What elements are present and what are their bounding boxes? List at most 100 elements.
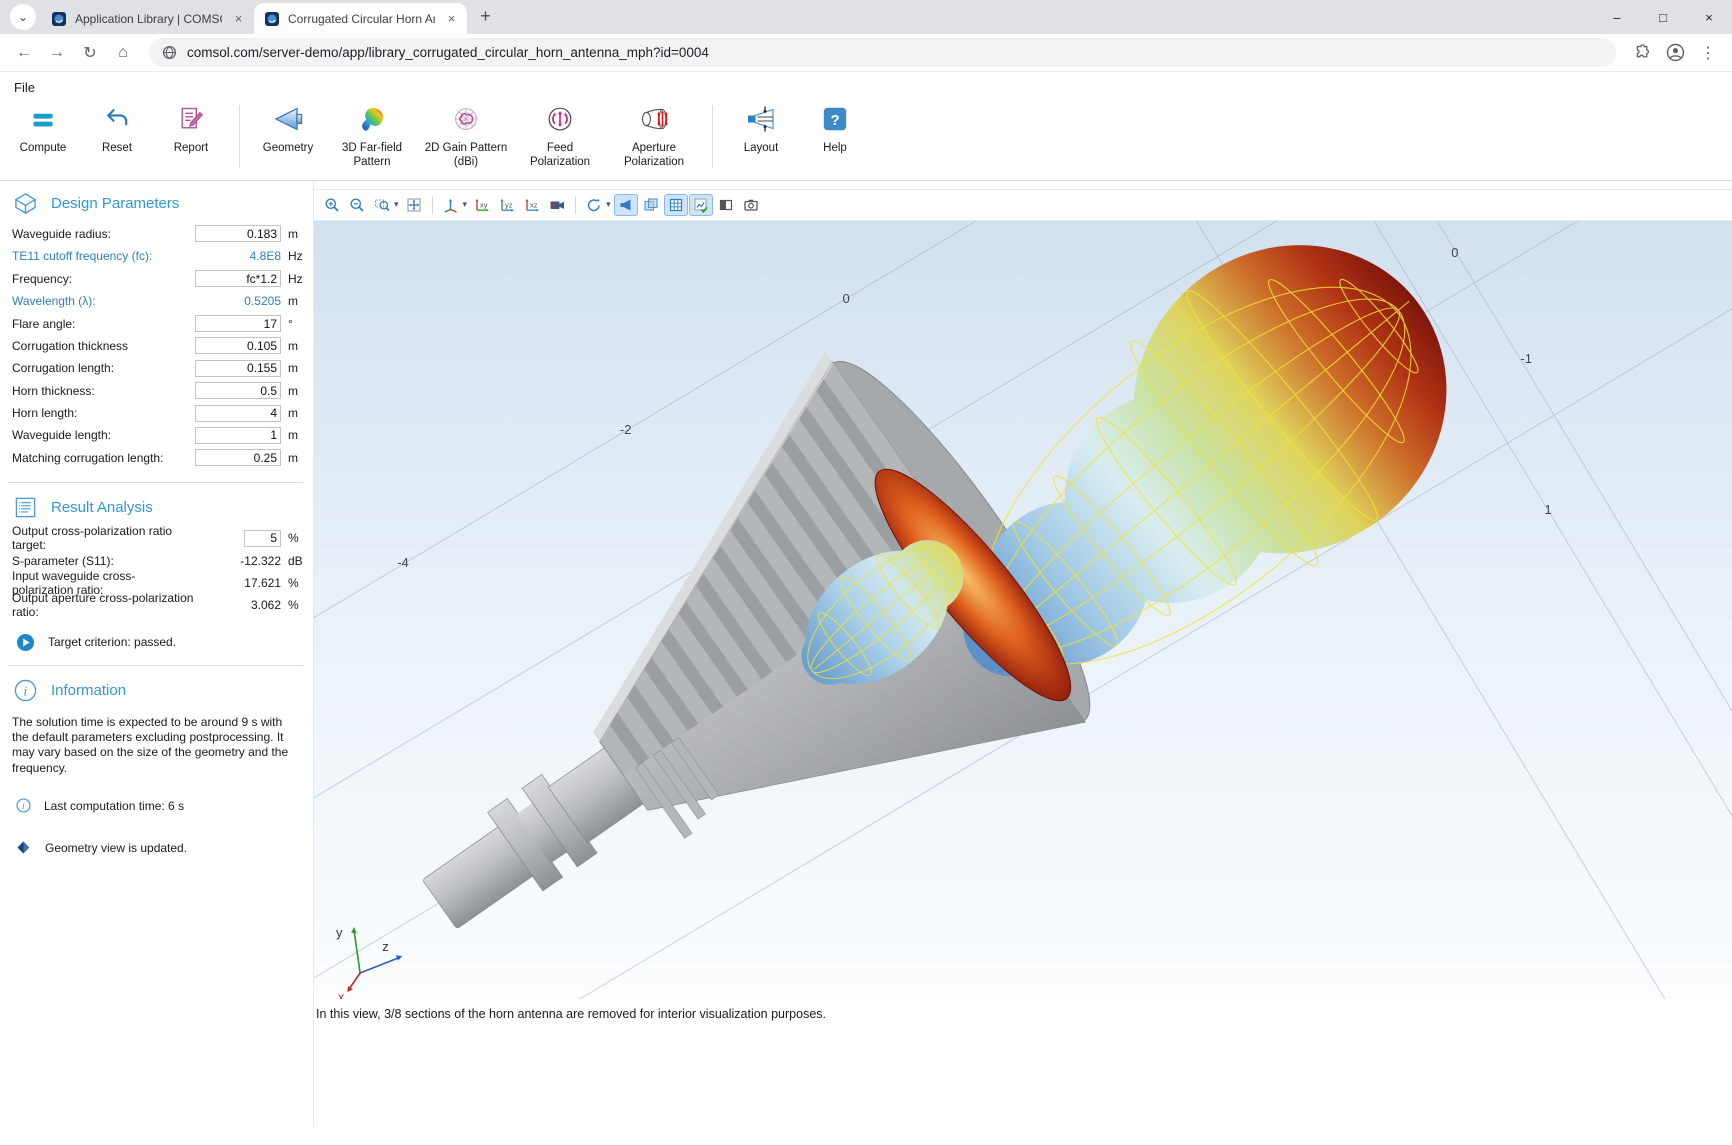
tab-search-button[interactable]: ⌄ (10, 4, 36, 30)
default-view-axes-icon (443, 197, 459, 213)
transparency-cube-icon (643, 197, 659, 213)
home-button[interactable]: ⌂ (108, 38, 138, 68)
matching-corrugation-length-input[interactable] (195, 449, 281, 466)
zoom-extents-icon (406, 197, 422, 213)
layout-button[interactable]: Layout (724, 103, 798, 155)
corrugation-length-input[interactable] (195, 360, 281, 377)
back-button[interactable]: ← (9, 38, 39, 68)
param-row: TE11 cutoff frequency (fc): 4.8E8 Hz (0, 245, 313, 267)
svg-text:i: i (24, 683, 28, 698)
zoom-box-icon (374, 197, 390, 213)
site-info-globe-icon[interactable] (162, 45, 177, 60)
reload-button[interactable]: ↻ (75, 38, 105, 68)
close-button[interactable]: × (1686, 0, 1732, 34)
section-divider (8, 482, 303, 483)
param-row: Corrugation length: m (0, 357, 313, 379)
report-button[interactable]: Report (154, 103, 228, 155)
cross-pol-target-input[interactable] (244, 530, 281, 547)
snapshot-camera-icon (743, 197, 759, 213)
toolbar-separator (432, 196, 433, 214)
forward-button[interactable]: → (42, 38, 72, 68)
browser-menu-kebab[interactable]: ⋮ (1693, 38, 1723, 68)
flare-angle-input[interactable] (195, 315, 281, 332)
tab-close-icon[interactable]: × (443, 10, 460, 27)
view-xz-icon: xz (524, 197, 541, 213)
frequency-input[interactable] (195, 270, 281, 287)
tab-application-library[interactable]: Application Library | COMSOL S × (41, 3, 254, 34)
file-menu[interactable]: File (0, 72, 1732, 97)
3d-viewport[interactable]: 0 -2 -4 0 -1 1 (314, 221, 1732, 999)
gain-2d-button[interactable]: 2D Gain Pattern (dBi) (419, 103, 513, 170)
zoom-box-button[interactable] (370, 194, 394, 216)
aperture-polarization-button[interactable]: Aperture Polarization (607, 103, 701, 170)
scene-camera-button[interactable] (545, 194, 569, 216)
view-caption: In this view, 3/8 sections of the horn a… (314, 999, 1732, 1021)
invert-colors-button[interactable] (714, 194, 738, 216)
graphics-toolbar: ▾ ▾ xy yz xz ▾ (314, 189, 1732, 221)
view-xy-button[interactable]: xy (470, 194, 494, 216)
wavelength-value: 0.5205 (195, 294, 281, 308)
default-view-dropdown[interactable]: ▾ (463, 199, 468, 210)
triad-x-label: x (338, 990, 344, 999)
extensions-icon[interactable] (1627, 38, 1657, 68)
geometry-button[interactable]: Geometry (251, 103, 325, 155)
zoom-extents-button[interactable] (402, 194, 426, 216)
view-yz-button[interactable]: yz (495, 194, 519, 216)
zoom-box-dropdown[interactable]: ▾ (394, 199, 399, 210)
param-row: Flare angle: ° (0, 312, 313, 334)
rotate-dropdown[interactable]: ▾ (606, 199, 611, 210)
compute-button[interactable]: Compute (6, 103, 80, 155)
tab-corrugated-horn[interactable]: Corrugated Circular Horn Anten × (254, 3, 467, 34)
waveguide-radius-input[interactable] (195, 225, 281, 242)
plot-settings-toggle[interactable] (689, 194, 713, 216)
output-crosspol-value: 3.062 (195, 598, 281, 612)
aperture-polarization-icon (638, 103, 670, 135)
feed-polarization-button[interactable]: Feed Polarization (513, 103, 607, 170)
param-row: Horn thickness: m (0, 379, 313, 401)
result-row: Output aperture cross-polarization ratio… (0, 594, 313, 616)
new-tab-button[interactable]: + (472, 3, 499, 30)
param-row: Wavelength (λ): 0.5205 m (0, 290, 313, 312)
ribbon-separator (712, 105, 713, 168)
browser-tab-strip: ⌄ Application Library | COMSOL S × Corru… (0, 0, 1732, 34)
waveguide-length-input[interactable] (195, 427, 281, 444)
snapshot-button[interactable] (739, 194, 763, 216)
settings-panel: Design Parameters Waveguide radius: m TE… (0, 181, 313, 1126)
minimize-button[interactable]: – (1594, 0, 1640, 34)
horn-length-input[interactable] (195, 405, 281, 422)
maximize-button[interactable]: □ (1640, 0, 1686, 34)
zoom-in-icon (324, 197, 340, 213)
farfield-3d-button[interactable]: 3D Far-field Pattern (325, 103, 419, 170)
corrugation-thickness-input[interactable] (195, 337, 281, 354)
design-parameters-header: Design Parameters (0, 181, 313, 223)
view-xz-button[interactable]: xz (520, 194, 544, 216)
target-criterion-row: Target criterion: passed. (0, 617, 313, 652)
axis-label: 1 (1544, 502, 1551, 517)
rotate-view-button[interactable] (582, 194, 606, 216)
zoom-in-button[interactable] (320, 194, 344, 216)
horn-scene-icon (618, 197, 634, 213)
default-view-button[interactable] (439, 194, 463, 216)
ribbon-separator (239, 105, 240, 168)
tab-close-icon[interactable]: × (230, 10, 247, 27)
url-bar[interactable]: comsol.com/server-demo/app/library_corru… (149, 38, 1616, 67)
axis-label: -1 (1520, 351, 1532, 366)
zoom-out-button[interactable] (345, 194, 369, 216)
grid-toggle[interactable] (664, 194, 688, 216)
information-header: i Information (0, 668, 313, 710)
geometry-updated-icon (15, 839, 32, 856)
reset-button[interactable]: Reset (80, 103, 154, 155)
tab-title: Corrugated Circular Horn Anten (288, 12, 435, 26)
show-geometry-toggle[interactable] (614, 194, 638, 216)
axis-label: 0 (1451, 245, 1458, 260)
profile-avatar[interactable] (1660, 38, 1690, 68)
view-yz-icon: yz (499, 197, 516, 213)
axis-label: 0 (842, 291, 849, 306)
transparency-toggle[interactable] (639, 194, 663, 216)
te11-cutoff-value: 4.8E8 (195, 249, 281, 263)
view-xy-icon: xy (474, 197, 491, 213)
invert-colors-icon (718, 197, 734, 213)
horn-thickness-input[interactable] (195, 382, 281, 399)
help-button[interactable]: ? Help (798, 103, 872, 155)
url-text: comsol.com/server-demo/app/library_corru… (187, 45, 709, 60)
